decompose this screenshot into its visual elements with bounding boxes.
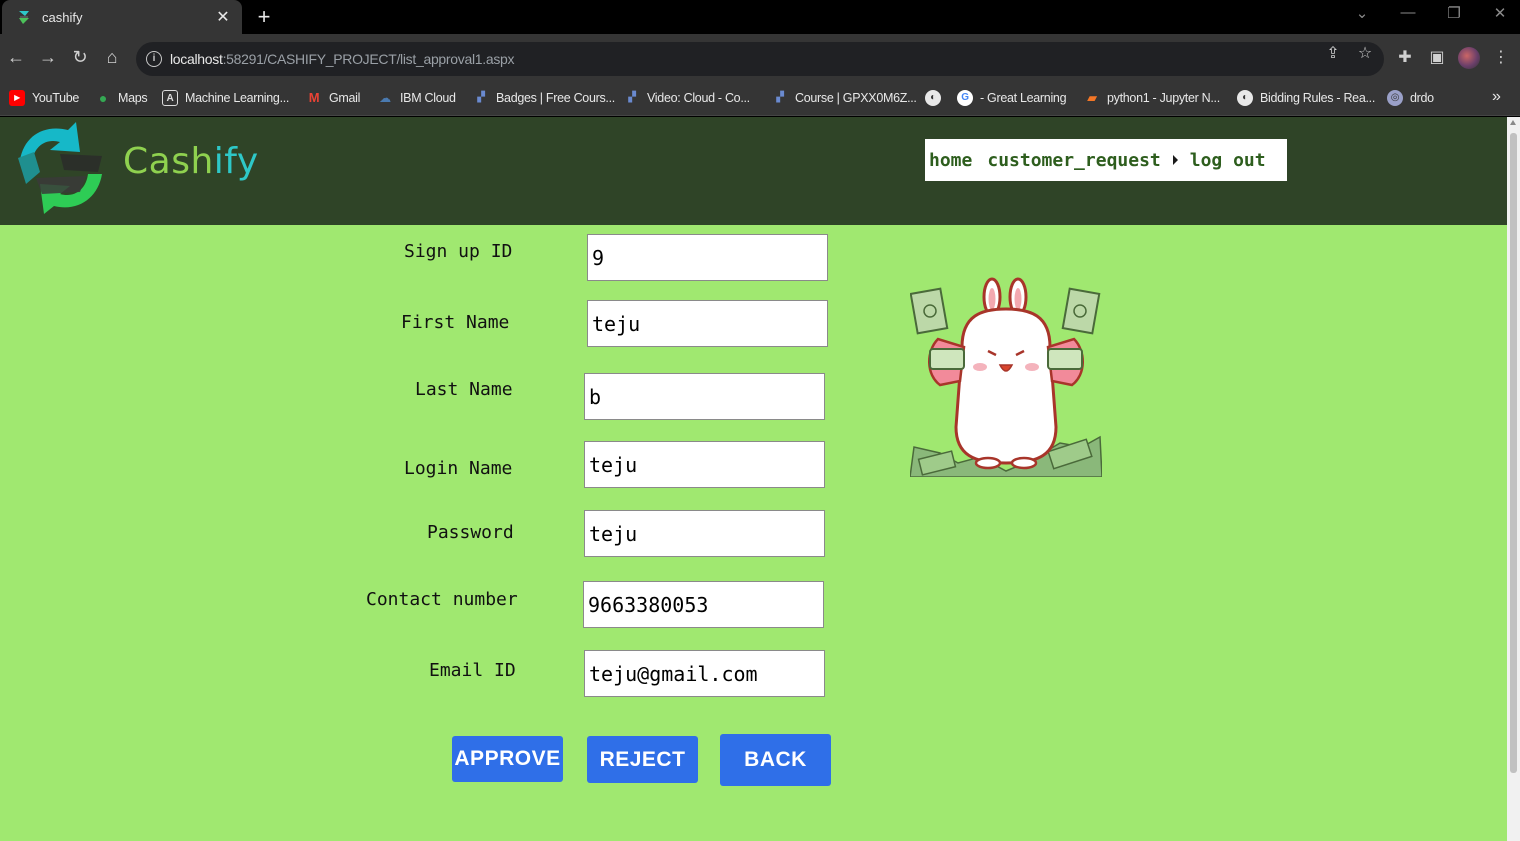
- bookmark-star-icon[interactable]: ☆: [1354, 43, 1376, 63]
- ml-icon: A: [162, 90, 178, 106]
- email-id-field[interactable]: teju@gmail.com: [584, 650, 825, 697]
- browser-tab[interactable]: cashify ✕: [2, 0, 242, 34]
- password-field[interactable]: teju: [584, 510, 825, 557]
- profile-avatar[interactable]: [1458, 47, 1480, 69]
- bookmark-ibm-cloud[interactable]: ☁ IBM Cloud: [377, 90, 456, 106]
- signup-id-field[interactable]: 9: [587, 234, 828, 281]
- login-name-label: Login Name: [404, 458, 513, 479]
- cashify-favicon-icon: [19, 11, 29, 24]
- first-name-label: First Name: [401, 312, 510, 333]
- email-id-label: Email ID: [429, 660, 516, 681]
- maps-icon: ●: [98, 90, 108, 106]
- reject-button[interactable]: REJECT: [587, 736, 698, 783]
- bookmark-jupyter[interactable]: ▰ python1 - Jupyter N...: [1084, 90, 1220, 106]
- first-name-field[interactable]: teju: [587, 300, 828, 347]
- browser-tabstrip: cashify ✕ + ⌄ — ❐ ✕: [0, 0, 1520, 34]
- last-name-field[interactable]: b: [584, 373, 825, 420]
- approve-button[interactable]: APPROVE: [452, 736, 563, 782]
- share-icon[interactable]: ⇪: [1322, 43, 1344, 63]
- address-bar[interactable]: i localhost:58291/CASHIFY_PROJECT/list_a…: [136, 42, 1384, 76]
- browser-menu-icon[interactable]: ⋮: [1490, 47, 1512, 67]
- bookmark-gmail[interactable]: M Gmail: [306, 90, 361, 106]
- restore-icon[interactable]: ❐: [1442, 4, 1466, 22]
- back-button[interactable]: BACK: [720, 734, 831, 786]
- contact-number-label: Contact number: [366, 589, 518, 610]
- submenu-arrow-icon[interactable]: [1172, 155, 1178, 165]
- badge-icon: ▞: [477, 92, 485, 103]
- video-icon: ▞: [628, 92, 636, 103]
- globe-icon: ◐: [925, 90, 941, 106]
- bookmark-machine-learning[interactable]: A Machine Learning...: [162, 90, 289, 106]
- course-icon: ▞: [776, 92, 784, 103]
- nav-customer-request-link[interactable]: customer_request: [987, 150, 1160, 171]
- site-info-icon[interactable]: i: [146, 51, 162, 67]
- browser-toolbar: ← → ↻ ⌂ i localhost:58291/CASHIFY_PROJEC…: [0, 34, 1520, 82]
- cashify-logo-icon: [18, 122, 102, 214]
- site-header: Cashify home customer_request log out: [0, 117, 1507, 225]
- login-name-field[interactable]: teju: [584, 441, 825, 488]
- nav-logout-link[interactable]: log out: [1190, 150, 1266, 171]
- bookmark-globe[interactable]: ◐: [925, 90, 948, 106]
- bookmark-drdo[interactable]: ◎ drdo: [1387, 90, 1434, 106]
- back-arrow-icon[interactable]: ←: [5, 46, 27, 68]
- bookmarks-overflow-icon[interactable]: »: [1492, 88, 1501, 106]
- scrollbar-thumb[interactable]: [1510, 133, 1517, 773]
- jupyter-icon: ▰: [1087, 90, 1097, 105]
- extensions-icon[interactable]: ✚: [1394, 47, 1416, 67]
- scroll-up-arrow-icon[interactable]: [1510, 120, 1516, 125]
- window-close-icon[interactable]: ✕: [1488, 4, 1512, 22]
- tab-close-icon[interactable]: ✕: [214, 7, 232, 27]
- bookmark-great-learning[interactable]: G - Great Learning: [957, 90, 1067, 106]
- cloud-icon: ☁: [379, 91, 391, 105]
- signup-id-label: Sign up ID: [404, 241, 513, 262]
- contact-number-field[interactable]: 9663380053: [583, 581, 824, 628]
- bookmarks-bar: ▶ YouTube ● Maps A Machine Learning... M…: [0, 82, 1520, 116]
- tab-search-icon[interactable]: ⌄: [1350, 4, 1374, 22]
- forward-arrow-icon[interactable]: →: [37, 46, 59, 68]
- tab-title: cashify: [42, 9, 83, 25]
- bookmark-course[interactable]: ▞ Course | GPXX0M6Z...: [772, 90, 917, 106]
- drdo-icon: ◎: [1387, 90, 1403, 106]
- youtube-icon: ▶: [9, 90, 25, 106]
- bookmark-bidding-rules[interactable]: ◐ Bidding Rules - Rea...: [1237, 90, 1375, 106]
- side-panel-icon[interactable]: ▣: [1426, 47, 1448, 67]
- bookmark-badges[interactable]: ▞ Badges | Free Cours...: [473, 90, 615, 106]
- bookmark-video-cloud[interactable]: ▞ Video: Cloud - Co...: [624, 90, 750, 106]
- address-url: localhost:58291/CASHIFY_PROJECT/list_app…: [170, 51, 515, 67]
- home-icon[interactable]: ⌂: [101, 46, 123, 68]
- last-name-label: Last Name: [415, 379, 513, 400]
- reload-icon[interactable]: ↻: [69, 46, 91, 68]
- top-nav: home customer_request log out: [925, 139, 1287, 181]
- gmail-icon: M: [308, 90, 320, 105]
- nav-home-link[interactable]: home: [929, 150, 972, 171]
- minimize-icon[interactable]: —: [1396, 4, 1420, 21]
- page-viewport: Cashify home customer_request log out Si…: [0, 117, 1507, 841]
- password-label: Password: [427, 522, 514, 543]
- page-scrollbar[interactable]: [1507, 117, 1520, 841]
- cashify-logo-text: Cashify: [123, 141, 259, 182]
- bookmark-youtube[interactable]: ▶ YouTube: [9, 90, 79, 106]
- google-icon: G: [957, 90, 973, 106]
- bunny-money-sticker-icon: [910, 277, 1102, 477]
- bookmark-maps[interactable]: ● Maps: [95, 90, 148, 106]
- globe-icon: ◐: [1237, 90, 1253, 106]
- new-tab-icon[interactable]: +: [252, 3, 276, 31]
